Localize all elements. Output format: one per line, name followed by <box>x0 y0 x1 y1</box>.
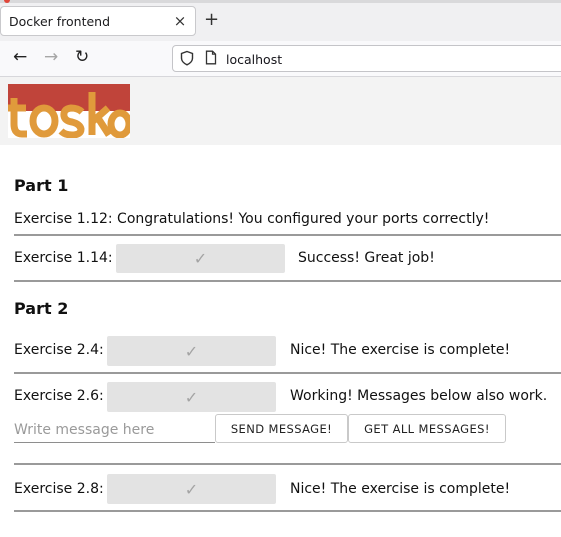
shield-icon[interactable] <box>180 50 194 70</box>
divider <box>14 463 561 465</box>
part2-title: Part 2 <box>14 299 69 318</box>
browser-tab[interactable]: Docker frontend × <box>0 6 196 36</box>
page-header <box>0 77 561 145</box>
check-icon: ✓ <box>184 387 199 407</box>
reload-icon[interactable]: ↻ <box>75 49 89 66</box>
exercise-1-12-text: Exercise 1.12: Congratulations! You conf… <box>14 211 490 227</box>
page-icon <box>205 50 217 69</box>
new-tab-icon[interactable]: + <box>204 11 219 29</box>
get-all-messages-button[interactable]: GET ALL MESSAGES! <box>348 414 506 443</box>
divider <box>14 234 561 236</box>
exercise-2-6-button[interactable]: ✓ <box>107 382 276 412</box>
address-bar[interactable]: localhost <box>172 45 561 72</box>
tab-bar: Docker frontend × + <box>0 3 561 41</box>
exercise-2-4-status: Nice! The exercise is complete! <box>290 342 511 358</box>
exercise-2-6-status: Working! Messages below also work. <box>290 388 548 404</box>
check-icon: ✓ <box>184 341 199 361</box>
exercise-2-8-label: Exercise 2.8: <box>14 481 104 497</box>
divider <box>14 372 561 374</box>
divider <box>14 510 561 512</box>
send-message-button[interactable]: SEND MESSAGE! <box>215 414 348 443</box>
exercise-2-4-label: Exercise 2.4: <box>14 342 104 358</box>
exercise-2-4-button[interactable]: ✓ <box>107 336 276 366</box>
part1-title: Part 1 <box>14 176 69 195</box>
divider <box>14 280 561 282</box>
exercise-1-14-button[interactable]: ✓ <box>116 244 285 273</box>
message-input[interactable] <box>14 417 215 443</box>
exercise-1-14-status: Success! Great job! <box>298 250 435 266</box>
exercise-2-8-button[interactable]: ✓ <box>107 474 276 504</box>
exercise-1-14-label: Exercise 1.14: <box>14 250 113 266</box>
check-icon: ✓ <box>184 479 199 499</box>
exercise-2-6-label: Exercise 2.6: <box>14 388 104 404</box>
toska-logo <box>8 84 130 138</box>
url-text: localhost <box>226 52 283 67</box>
tab-title: Docker frontend <box>9 14 111 29</box>
forward-icon[interactable]: → <box>44 49 58 66</box>
navigation-bar: ← → ↻ localhost <box>0 41 561 77</box>
back-icon[interactable]: ← <box>13 49 27 66</box>
tab-close-icon[interactable]: × <box>172 12 188 30</box>
check-icon: ✓ <box>193 249 208 268</box>
exercise-2-8-status: Nice! The exercise is complete! <box>290 481 511 497</box>
